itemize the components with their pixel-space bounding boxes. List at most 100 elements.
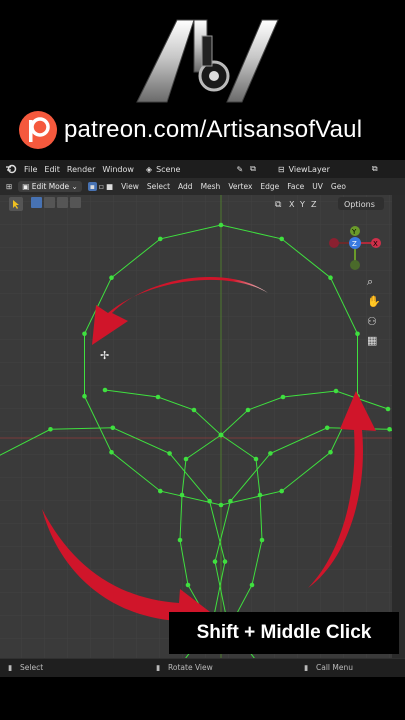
menu-file[interactable]: File <box>24 165 37 174</box>
copy-layer-icon[interactable]: ⧉ <box>372 164 378 174</box>
editor-type-icon[interactable]: ⊞ <box>6 182 12 191</box>
menu-face[interactable]: Face <box>287 182 304 191</box>
mesh-vertex[interactable] <box>328 450 333 455</box>
menu-edit[interactable]: Edit <box>44 165 60 174</box>
axis-y-toggle[interactable]: Y <box>299 200 305 209</box>
menu-uv[interactable]: UV <box>312 182 323 191</box>
menu-add[interactable]: Add <box>178 182 193 191</box>
artisans-logo-icon <box>136 19 279 103</box>
menu-select[interactable]: Select <box>147 182 170 191</box>
mesh-vertex[interactable] <box>82 393 87 399</box>
pin-icon[interactable]: ✎ <box>236 165 243 174</box>
mesh-vertex[interactable] <box>207 498 212 504</box>
mode-selector[interactable]: ▣ Edit Mode ⌄ <box>18 181 82 192</box>
face-select-icon[interactable]: ■ <box>106 182 113 191</box>
mesh-vertex[interactable] <box>179 492 185 498</box>
menu-window[interactable]: Window <box>102 165 134 174</box>
camera-view-icon[interactable]: ⚇ <box>367 315 377 328</box>
zoom-icon[interactable]: ⌕ <box>367 275 373 288</box>
mesh-vertex[interactable] <box>48 427 53 432</box>
mesh-vertex[interactable] <box>249 582 255 588</box>
mesh-vertex[interactable] <box>82 331 87 337</box>
mesh-vertex[interactable] <box>155 394 161 400</box>
mesh-vertex[interactable] <box>158 236 163 242</box>
mesh-vertex[interactable] <box>253 456 259 462</box>
svg-text:Z: Z <box>352 240 357 248</box>
mesh-vertex[interactable] <box>158 488 163 494</box>
mesh-vertex[interactable] <box>109 450 114 455</box>
blender-logo-icon[interactable] <box>5 163 17 175</box>
axis-x-toggle[interactable]: X <box>289 200 295 209</box>
menu-edge[interactable]: Edge <box>260 182 279 191</box>
mode-label: Edit Mode <box>31 182 70 191</box>
patreon-icon <box>19 111 57 149</box>
mesh-vertex[interactable] <box>385 406 391 412</box>
mirror-options-icon[interactable]: ⧉ <box>275 200 282 210</box>
options-label: Options <box>344 200 375 209</box>
mesh-vertex[interactable] <box>222 559 228 564</box>
3d-viewport[interactable]: ⧉ X Y Z Options Y Z X ⌕ ✋ ⚇ ▦ ✢ <box>0 195 392 658</box>
mesh-vertex[interactable] <box>110 425 116 431</box>
mesh-vertex[interactable] <box>212 559 218 564</box>
shortcut-caption: Shift + Middle Click <box>169 612 399 654</box>
view-layer-icon[interactable]: ⊟ <box>278 165 285 174</box>
mesh-vertex[interactable] <box>109 275 114 280</box>
mesh-vertex[interactable] <box>324 425 330 431</box>
viewport-canvas[interactable]: ⧉ X Y Z Options Y Z X ⌕ ✋ ⚇ ▦ ✢ <box>0 195 392 658</box>
gizmo-neg-x-axis <box>329 238 339 248</box>
axis-z-toggle[interactable]: Z <box>311 200 317 209</box>
bottom-letterbox <box>0 677 405 720</box>
patreon-url[interactable]: patreon.com/ArtisansofVaul <box>64 116 362 144</box>
mesh-vertex[interactable] <box>279 488 285 494</box>
gizmo-neg-y-axis <box>350 260 360 270</box>
edge-select-icon[interactable]: ▫ <box>99 182 104 191</box>
select-mode-intersect-icon[interactable] <box>70 197 81 208</box>
menu-vertex[interactable]: Vertex <box>228 182 252 191</box>
copy-scene-icon[interactable]: ⧉ <box>250 164 256 174</box>
menu-mesh[interactable]: Mesh <box>201 182 221 191</box>
patreon-link[interactable]: patreon.com/ArtisansofVaul <box>18 110 362 150</box>
scene-name[interactable]: Scene <box>156 165 180 174</box>
mouse-cursor-icon: ✢ <box>100 349 109 362</box>
mesh-vertex[interactable] <box>185 582 191 588</box>
mesh-vertex[interactable] <box>257 492 263 498</box>
ortho-grid-icon[interactable]: ▦ <box>367 334 377 347</box>
mesh-vertex[interactable] <box>218 432 224 438</box>
select-mode-new-icon[interactable] <box>31 197 42 208</box>
mesh-vertex[interactable] <box>333 388 339 394</box>
mesh-vertex[interactable] <box>218 502 224 508</box>
mesh-vertex[interactable] <box>259 537 265 543</box>
mouse-right-icon: ▮ <box>304 663 309 672</box>
mouse-middle-icon: ▮ <box>156 663 161 672</box>
mesh-vertex[interactable] <box>191 407 197 413</box>
mouse-left-icon: ▮ <box>8 663 13 672</box>
mesh-vertex[interactable] <box>167 451 172 456</box>
mesh-vertex[interactable] <box>355 331 360 337</box>
edit-mode-icon: ▣ <box>22 182 30 191</box>
menu-geometry[interactable]: Geo <box>331 182 346 191</box>
status-bar: ▮ Select ▮ Rotate View ▮ Call Menu <box>0 659 405 677</box>
status-select: Select <box>20 663 44 672</box>
status-call-menu: Call Menu <box>316 663 353 672</box>
mesh-vertex[interactable] <box>228 498 233 504</box>
select-mode-subtract-icon[interactable] <box>57 197 68 208</box>
mesh-vertex[interactable] <box>245 407 251 413</box>
top-menubar: File Edit Render Window ◈ Scene ✎ ⧉ ⊟ Vi… <box>0 160 405 178</box>
svg-text:Y: Y <box>351 228 357 236</box>
mesh-vertex[interactable] <box>218 222 224 228</box>
mesh-vertex[interactable] <box>279 236 285 242</box>
scene-icon[interactable]: ◈ <box>146 165 152 174</box>
vertex-select-icon[interactable]: ▪ <box>87 182 97 191</box>
mesh-vertex[interactable] <box>177 537 183 543</box>
mesh-vertex[interactable] <box>268 451 273 456</box>
mesh-vertex[interactable] <box>280 394 286 400</box>
pan-hand-icon[interactable]: ✋ <box>367 295 381 308</box>
view-layer-name[interactable]: ViewLayer <box>289 165 330 174</box>
select-mode-extend-icon[interactable] <box>44 197 55 208</box>
menu-render[interactable]: Render <box>67 165 95 174</box>
mesh-vertex[interactable] <box>183 456 189 462</box>
menu-view[interactable]: View <box>121 182 139 191</box>
viewport-sidebar-tab[interactable] <box>392 195 405 658</box>
mesh-vertex[interactable] <box>102 387 108 393</box>
mesh-vertex[interactable] <box>328 275 333 280</box>
